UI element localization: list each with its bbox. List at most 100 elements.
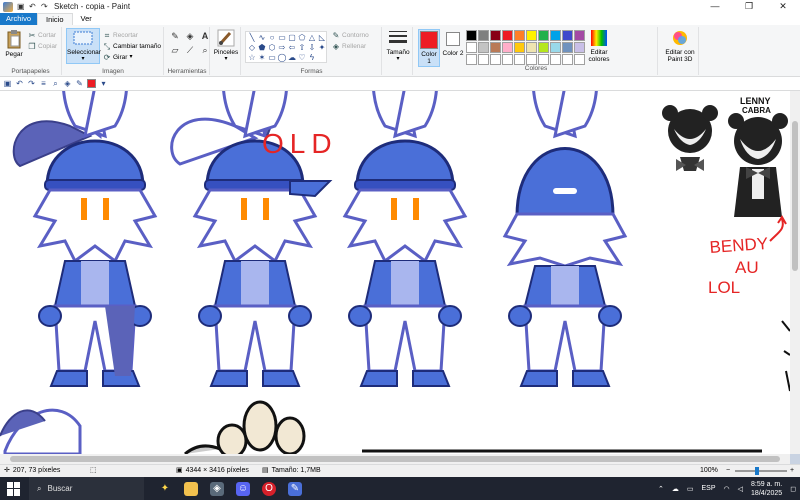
palette-swatch[interactable] — [538, 42, 549, 53]
crop-button[interactable]: ⌗ Recortar — [103, 31, 138, 40]
zoom-slider[interactable] — [735, 467, 787, 475]
drawing-canvas[interactable]: OLD LENNY CABRA BENDY AU LOL — [0, 91, 790, 454]
cut-button[interactable]: ✂ Cortar — [28, 31, 56, 40]
magnifier-icon[interactable]: ⌕ — [51, 79, 60, 88]
text-icon[interactable]: A — [199, 31, 211, 42]
arrow-right-shape-icon[interactable]: ⇨ — [277, 43, 287, 53]
save-icon[interactable]: ▣ — [17, 2, 26, 11]
color1-button[interactable]: Color 1 — [418, 29, 440, 67]
palette-swatch[interactable] — [466, 54, 477, 65]
save-icon[interactable]: ▣ — [3, 79, 12, 88]
undo-icon[interactable]: ↶ — [15, 79, 24, 88]
wifi-icon[interactable]: ◠ — [724, 485, 730, 493]
callout-rect-shape-icon[interactable]: ▭ — [267, 53, 277, 63]
star5-shape-icon[interactable]: ☆ — [247, 53, 257, 63]
paint-icon[interactable]: ✎ — [288, 481, 302, 496]
maximize-button[interactable]: ❐ — [732, 0, 766, 13]
tab-home[interactable]: Inicio — [37, 13, 73, 25]
line-width-icon[interactable]: ≡ — [39, 79, 48, 88]
line-shape-icon[interactable]: ╲ — [247, 33, 257, 43]
palette-swatch[interactable] — [562, 30, 573, 41]
zoom-in-button[interactable]: + — [790, 465, 794, 477]
triangle-shape-icon[interactable]: △ — [307, 33, 317, 43]
rectangle-shape-icon[interactable]: ▭ — [277, 33, 287, 43]
file-menu[interactable]: Archivo — [0, 13, 38, 25]
clock[interactable]: 8:59 a. m. 18/4/2025 — [751, 480, 782, 498]
outline-button[interactable]: ✎ Contorno — [332, 31, 369, 40]
color2-button[interactable]: Color 2 — [442, 29, 464, 57]
star4-shape-icon[interactable]: ✦ — [317, 43, 327, 53]
battery-icon[interactable]: ▭ — [687, 485, 694, 493]
right-triangle-shape-icon[interactable]: ◺ — [317, 33, 327, 43]
rounded-rect-shape-icon[interactable]: ▢ — [287, 33, 297, 43]
curve-shape-icon[interactable]: ∿ — [257, 33, 267, 43]
brushes-button[interactable]: Pinceles ▾ — [213, 29, 239, 63]
file-explorer-icon[interactable] — [184, 481, 198, 496]
palette-swatch[interactable] — [478, 54, 489, 65]
onedrive-icon[interactable]: ☁ — [672, 485, 679, 493]
palette-swatch[interactable] — [502, 42, 513, 53]
horizontal-scroll-thumb[interactable] — [10, 456, 780, 462]
language-indicator[interactable]: ESP — [702, 485, 716, 492]
paste-button[interactable]: Pegar — [2, 29, 26, 58]
color-picker-icon[interactable]: ⟋ — [184, 45, 196, 56]
palette-swatch[interactable] — [574, 30, 585, 41]
palette-swatch[interactable] — [574, 42, 585, 53]
pentagon-shape-icon[interactable]: ⬟ — [257, 43, 267, 53]
horizontal-scrollbar[interactable] — [0, 454, 790, 464]
tab-view[interactable]: Ver — [73, 13, 100, 25]
arrow-up-shape-icon[interactable]: ⇧ — [297, 43, 307, 53]
eraser-icon[interactable]: ▱ — [169, 45, 181, 56]
palette-swatch[interactable] — [538, 30, 549, 41]
palette-swatch[interactable] — [490, 42, 501, 53]
resize-button[interactable]: ⤡ Cambiar tamaño — [103, 42, 161, 51]
rotate-button[interactable]: ⟳ Girar ▾ — [103, 53, 133, 62]
minimize-button[interactable]: — — [698, 0, 732, 13]
palette-swatch[interactable] — [502, 30, 513, 41]
palette-swatch[interactable] — [466, 30, 477, 41]
palette-swatch[interactable] — [502, 54, 513, 65]
canvas-area[interactable]: OLD LENNY CABRA BENDY AU LOL — [0, 91, 790, 454]
chevron-down-icon[interactable]: ▾ — [99, 79, 108, 88]
start-button[interactable] — [7, 481, 21, 496]
zoom-out-button[interactable]: − — [726, 465, 730, 477]
star6-shape-icon[interactable]: ✶ — [257, 53, 267, 63]
palette-swatch[interactable] — [526, 30, 537, 41]
palette-swatch[interactable] — [550, 42, 561, 53]
notification-bell-icon[interactable]: ◻ — [790, 485, 796, 493]
select-button[interactable]: Seleccionar ▾ — [66, 28, 101, 64]
palette-swatch[interactable] — [562, 42, 573, 53]
arrow-down-shape-icon[interactable]: ⇩ — [307, 43, 317, 53]
palette-swatch[interactable] — [550, 30, 561, 41]
callout-oval-shape-icon[interactable]: ◯ — [277, 53, 287, 63]
palette-swatch[interactable] — [490, 54, 501, 65]
palette-swatch[interactable] — [550, 54, 561, 65]
palette-swatch[interactable] — [490, 30, 501, 41]
edit-paint3d-button[interactable]: Editar con Paint 3D — [663, 29, 697, 63]
lightning-shape-icon[interactable]: ϟ — [307, 53, 317, 63]
close-button[interactable]: ✕ — [766, 0, 800, 13]
palette-swatch[interactable] — [478, 42, 489, 53]
shield-icon[interactable]: ◈ — [210, 481, 224, 496]
palette-swatch[interactable] — [478, 30, 489, 41]
palette-swatch[interactable] — [526, 42, 537, 53]
cloud-shape-icon[interactable]: ☁ — [287, 53, 297, 63]
sparkle-icon[interactable]: ✦ — [158, 482, 172, 496]
zoom-slider-knob[interactable] — [755, 467, 760, 475]
vertical-scrollbar[interactable] — [790, 91, 800, 454]
diamond-shape-icon[interactable]: ◇ — [247, 43, 257, 53]
redo-icon[interactable]: ↷ — [27, 79, 36, 88]
volume-icon[interactable]: ◁ — [738, 485, 743, 493]
oval-shape-icon[interactable]: ○ — [267, 33, 277, 43]
arrow-left-shape-icon[interactable]: ⇦ — [287, 43, 297, 53]
fill-bucket-icon[interactable]: ◈ — [63, 79, 72, 88]
copy-button[interactable]: ❐ Copiar — [28, 42, 57, 51]
opera-icon[interactable]: O — [262, 481, 276, 496]
palette-swatch[interactable] — [526, 54, 537, 65]
palette-swatch[interactable] — [574, 54, 585, 65]
pencil-icon[interactable]: ✎ — [75, 79, 84, 88]
fill-bucket-icon[interactable]: ◈ — [184, 31, 196, 42]
redo-icon[interactable]: ↷ — [41, 2, 50, 11]
palette-swatch[interactable] — [514, 30, 525, 41]
size-button[interactable]: Tamaño ▾ — [385, 29, 411, 63]
